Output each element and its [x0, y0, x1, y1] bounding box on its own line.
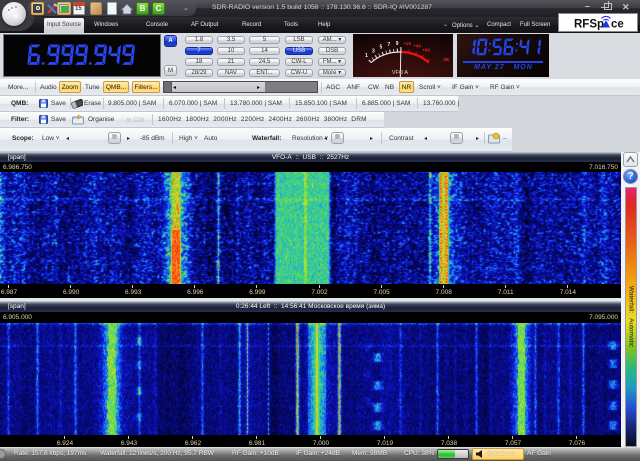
svg-text:+40: +40 [413, 43, 421, 48]
svg-text:RFSp: RFSp [574, 19, 604, 31]
svg-text:9: 9 [396, 41, 399, 47]
svg-text:+20: +20 [403, 41, 411, 46]
svg-text:+60: +60 [422, 48, 430, 53]
svg-text:1: 1 [365, 53, 368, 59]
svg-text:VFO A: VFO A [392, 70, 409, 76]
svg-text:3: 3 [372, 48, 375, 54]
svg-text:7: 7 [387, 42, 390, 48]
svg-text:dB: dB [443, 57, 450, 62]
svg-text:5: 5 [379, 45, 382, 51]
svg-text:ce: ce [611, 19, 624, 31]
